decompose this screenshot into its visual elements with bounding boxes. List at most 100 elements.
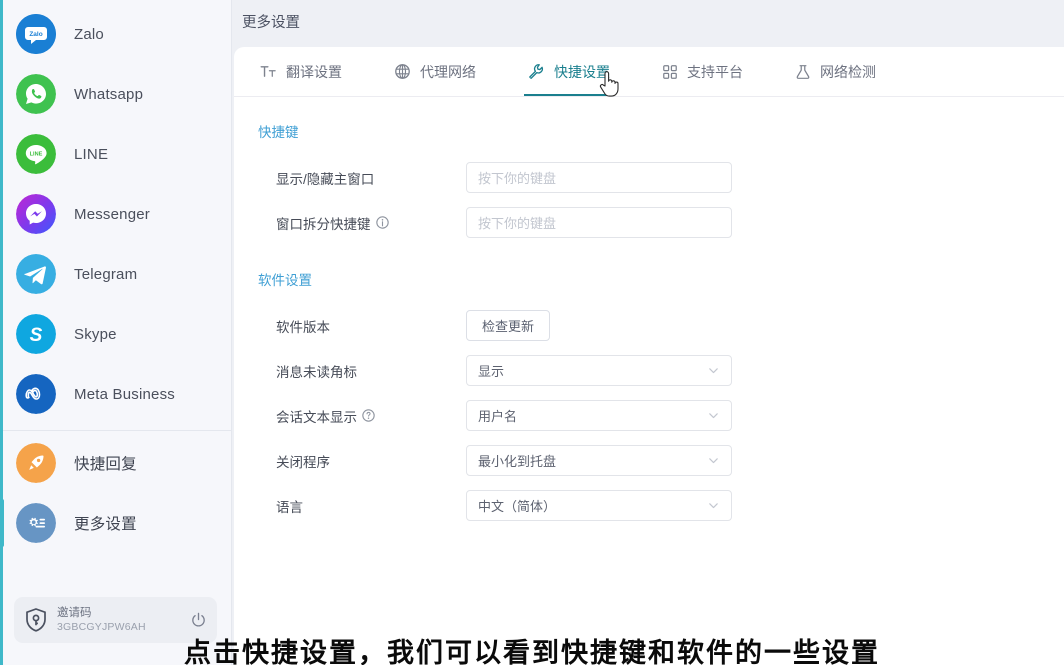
field-row-conversation-text-display: 会话文本显示 用户名	[234, 393, 1064, 438]
meta-business-icon	[16, 374, 56, 414]
field-row-unread-badge: 消息未读角标 显示	[234, 348, 1064, 393]
show-hide-window-shortcut-input[interactable]: 按下你的键盘	[466, 162, 732, 193]
sidebar-item-messenger[interactable]: Messenger	[0, 184, 231, 244]
invite-code-card[interactable]: 邀请码 3GBCGYJPW6AH	[14, 597, 217, 643]
settings-icon	[16, 503, 56, 543]
sidebar-item-label: Messenger	[74, 206, 150, 223]
tab-label: 翻译设置	[286, 62, 342, 82]
field-control: 显示	[466, 355, 732, 386]
flask-icon	[795, 64, 811, 80]
svg-text:LINE: LINE	[30, 152, 43, 158]
main-area: 更多设置 翻译设置	[232, 0, 1064, 665]
info-circle-icon[interactable]	[376, 216, 389, 229]
split-window-shortcut-input[interactable]: 按下你的键盘	[466, 207, 732, 238]
chevron-down-icon	[707, 409, 720, 422]
field-control: 中文（简体）	[466, 490, 732, 521]
tab-label: 网络检测	[820, 62, 876, 82]
messenger-icon	[16, 194, 56, 234]
sidebar-item-label: Telegram	[74, 266, 137, 283]
tab-network-detection[interactable]: 网络检测	[793, 47, 878, 96]
field-control: 最小化到托盘	[466, 445, 732, 476]
select-value: 显示	[478, 361, 504, 380]
sidebar-divider	[0, 430, 231, 431]
sidebar-item-label: Meta Business	[74, 386, 175, 403]
field-label: 消息未读角标	[234, 361, 466, 381]
rocket-icon	[16, 443, 56, 483]
settings-tabbar: 翻译设置 代理网络	[234, 47, 1064, 97]
field-label-text: 关闭程序	[276, 451, 330, 471]
sidebar-item-skype[interactable]: S Skype	[0, 304, 231, 364]
language-select[interactable]: 中文（简体）	[466, 490, 732, 521]
wrench-icon	[528, 63, 545, 80]
invite-code-texts: 邀请码 3GBCGYJPW6AH	[57, 606, 187, 634]
conversation-text-display-select[interactable]: 用户名	[466, 400, 732, 431]
field-row-software-version: 软件版本 检查更新	[234, 303, 1064, 348]
sidebar-item-label: Whatsapp	[74, 86, 143, 103]
svg-text:S: S	[30, 325, 43, 346]
check-update-button[interactable]: 检查更新	[466, 310, 550, 341]
field-label-text: 语言	[276, 496, 303, 516]
shield-key-icon	[24, 607, 48, 633]
field-row-language: 语言 中文（简体）	[234, 483, 1064, 528]
sidebar-item-meta-business[interactable]: Meta Business	[0, 364, 231, 424]
settings-form: 快捷键 显示/隐藏主窗口 按下你的键盘 窗口拆分快捷键	[234, 97, 1064, 665]
zalo-icon: Zalo	[16, 14, 56, 54]
field-label-text: 软件版本	[276, 316, 330, 336]
field-control: 按下你的键盘	[466, 162, 732, 193]
field-label-text: 窗口拆分快捷键	[276, 213, 371, 233]
translate-icon	[260, 63, 277, 80]
tab-underline	[524, 94, 614, 96]
tab-translate-settings[interactable]: 翻译设置	[258, 47, 344, 96]
field-control: 用户名	[466, 400, 732, 431]
sidebar-item-whatsapp[interactable]: Whatsapp	[0, 64, 231, 124]
skype-icon: S	[16, 314, 56, 354]
close-program-select[interactable]: 最小化到托盘	[466, 445, 732, 476]
power-icon[interactable]	[187, 612, 207, 629]
section-title-software: 软件设置	[258, 269, 1064, 289]
field-control: 按下你的键盘	[466, 207, 732, 238]
tab-label: 代理网络	[420, 62, 476, 82]
sidebar-item-quick-reply[interactable]: 快捷回复	[0, 433, 231, 493]
field-label-text: 显示/隐藏主窗口	[276, 168, 374, 188]
sidebar-item-telegram[interactable]: Telegram	[0, 244, 231, 304]
field-row-show-hide-window: 显示/隐藏主窗口 按下你的键盘	[234, 155, 1064, 200]
sidebar-item-more-settings[interactable]: 更多设置	[0, 493, 231, 553]
tab-proxy-network[interactable]: 代理网络	[392, 47, 478, 96]
tab-shortcut-settings[interactable]: 快捷设置	[526, 47, 612, 96]
sidebar: Zalo Zalo Whatsapp	[0, 0, 232, 665]
telegram-icon	[16, 254, 56, 294]
page-title: 更多设置	[232, 0, 1064, 47]
question-circle-icon[interactable]	[362, 409, 375, 422]
select-value: 最小化到托盘	[478, 451, 556, 470]
invite-code-value: 3GBCGYJPW6AH	[57, 620, 187, 634]
grid-icon	[662, 64, 678, 80]
svg-text:Zalo: Zalo	[29, 31, 42, 38]
field-label-text: 会话文本显示	[276, 406, 357, 426]
sidebar-item-label: Skype	[74, 326, 117, 343]
sidebar-app-list: Zalo Zalo Whatsapp	[0, 0, 231, 553]
unread-badge-select[interactable]: 显示	[466, 355, 732, 386]
line-icon: LINE	[16, 134, 56, 174]
sidebar-item-line[interactable]: LINE LINE	[0, 124, 231, 184]
input-placeholder: 按下你的键盘	[478, 213, 556, 232]
field-row-split-window-shortcut: 窗口拆分快捷键 按下你的键盘	[234, 200, 1064, 245]
chevron-down-icon	[707, 499, 720, 512]
field-control: 检查更新	[466, 310, 550, 341]
field-row-close-program: 关闭程序 最小化到托盘	[234, 438, 1064, 483]
sidebar-item-label: Zalo	[74, 26, 104, 43]
field-label: 会话文本显示	[234, 406, 466, 426]
field-label: 关闭程序	[234, 451, 466, 471]
sidebar-active-marker	[0, 499, 4, 547]
sidebar-item-zalo[interactable]: Zalo Zalo	[0, 4, 231, 64]
sidebar-spacer	[0, 553, 231, 597]
whatsapp-icon	[16, 74, 56, 114]
tab-supported-platforms[interactable]: 支持平台	[660, 47, 745, 96]
sidebar-item-label: 更多设置	[74, 512, 137, 534]
caption-overlay: 点击快捷设置，我们可以看到快捷键和软件的一些设置	[0, 639, 1064, 665]
content-card: 翻译设置 代理网络	[234, 47, 1064, 665]
sidebar-item-label: 快捷回复	[74, 452, 137, 474]
select-value: 用户名	[478, 406, 517, 425]
sidebar-item-label: LINE	[74, 146, 108, 163]
chevron-down-icon	[707, 364, 720, 377]
tab-label: 支持平台	[687, 62, 743, 82]
